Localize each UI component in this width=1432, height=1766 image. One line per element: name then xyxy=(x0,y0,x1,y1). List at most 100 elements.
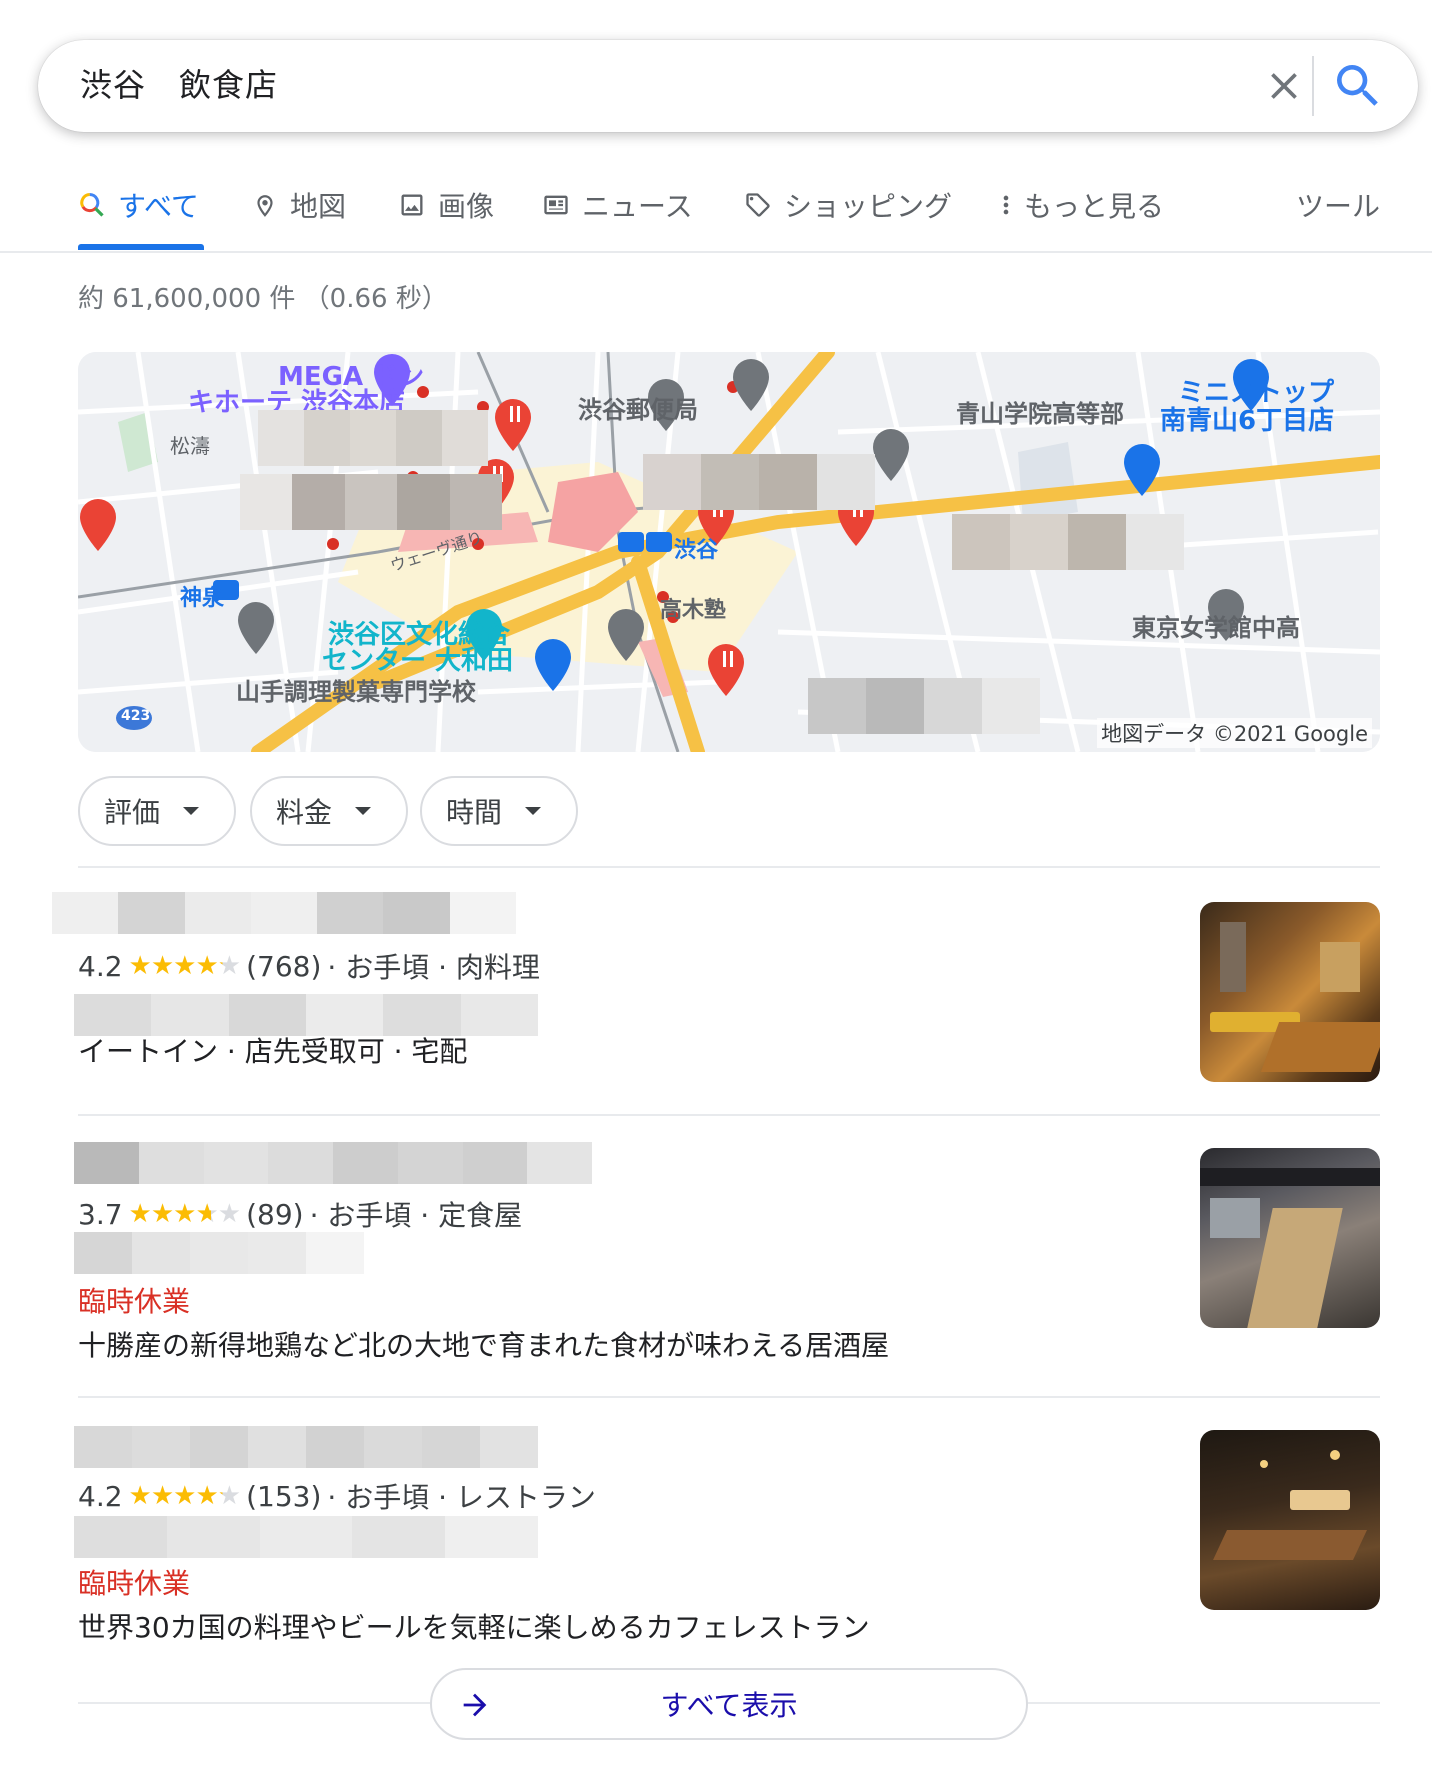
redacted-label xyxy=(808,678,1040,734)
search-box[interactable]: 渋谷 飲食店 xyxy=(38,40,1418,132)
result-meta: · お手頃 · 定食屋 xyxy=(309,1199,523,1232)
star-icon: ★ xyxy=(128,1199,152,1229)
search-divider xyxy=(1312,56,1314,116)
tab-label: ショッピング xyxy=(784,190,953,223)
review-count: (153) xyxy=(246,1479,322,1513)
tag-icon xyxy=(746,193,770,217)
filter-chip-price[interactable]: 料金 xyxy=(250,776,408,846)
result-description: 十勝産の新得地鶏など北の大地で育まれた食材が味わえる居酒屋 xyxy=(78,1329,890,1362)
map-label: 渋谷 xyxy=(674,538,719,563)
result-meta: · お手頃 · 肉料理 xyxy=(327,951,540,984)
star-icon: ★ xyxy=(217,1199,241,1229)
result-thumbnail[interactable] xyxy=(1200,1148,1380,1328)
rating-row: 4.2 ★ ★ ★ ★ ★ (153) · お手頃 · レストラン xyxy=(78,1476,596,1516)
local-result[interactable]: 4.2 ★ ★ ★ ★ ★ (153) · お手頃 · レストラン 臨時休業 世界30カ… xyxy=(0,1410,1432,1662)
map-label: 東京女学館中高 xyxy=(1132,614,1300,642)
result-description: 世界30カ国の料理やビールを気軽に楽しめるカフェレストラン xyxy=(78,1611,870,1644)
review-count: (768) xyxy=(246,949,322,983)
map-label: 南青山6丁目店 xyxy=(1160,406,1335,436)
tabs-divider xyxy=(0,251,1432,253)
map-label: 山手調理製菓専門学校 xyxy=(236,678,476,706)
star-icon: ★ xyxy=(150,1481,174,1511)
tab-maps[interactable]: 地図 xyxy=(252,185,346,235)
star-icon: ★ xyxy=(173,951,196,981)
tab-news[interactable]: ニュース xyxy=(542,185,693,235)
tools-label: ツール xyxy=(1296,190,1381,223)
star-icon: ★ xyxy=(195,1199,218,1229)
rating-value: 4.2 xyxy=(78,949,123,983)
map-label: 渋谷郵便局 xyxy=(578,396,698,424)
divider xyxy=(78,866,1380,868)
redacted-address xyxy=(74,1232,364,1274)
tab-all[interactable]: すべて xyxy=(78,185,199,235)
rating-row: 3.7 ★ ★ ★ ★ ★ (89) · お手頃 · 定食屋 xyxy=(78,1194,522,1234)
star-icon: ★ xyxy=(195,1481,218,1511)
star-rating: ★ ★ ★ ★ ★ xyxy=(128,1199,242,1229)
tab-images[interactable]: 画像 xyxy=(398,185,494,235)
star-icon: ★ xyxy=(173,1481,196,1511)
search-icon xyxy=(80,192,104,217)
close-icon[interactable] xyxy=(1262,64,1306,108)
search-icon[interactable] xyxy=(1330,58,1386,114)
local-result[interactable]: 3.7 ★ ★ ★ ★ ★ (89) · お手頃 · 定食屋 臨時休業 十勝産の新得地鶏… xyxy=(0,1128,1432,1400)
map-pin-icon xyxy=(257,195,273,217)
dropdown-arrow-icon xyxy=(525,807,542,815)
closed-status: 臨時休業 xyxy=(78,1567,191,1600)
redacted-title xyxy=(52,892,516,934)
chip-label: 料金 xyxy=(276,796,333,829)
result-description: イートイン · 店先受取可 · 宅配 xyxy=(78,1035,468,1068)
redacted-address xyxy=(74,1516,538,1558)
show-all-label: すべて表示 xyxy=(660,1689,798,1722)
arrow-forward-icon xyxy=(463,1693,487,1717)
map-label: 青山学院高等部 xyxy=(956,400,1124,428)
chip-label: 時間 xyxy=(446,796,503,829)
map-attribution: 地図データ ©2021 Google xyxy=(1097,718,1372,748)
redacted-label xyxy=(952,514,1184,570)
result-thumbnail[interactable] xyxy=(1200,1430,1380,1610)
redacted-title xyxy=(74,1142,592,1184)
map-label: 神泉 xyxy=(180,586,225,611)
more-vert-icon xyxy=(1003,195,1009,215)
result-stats: 約 61,600,000 件 （0.66 秒） xyxy=(78,284,448,314)
redacted-title xyxy=(74,1426,538,1468)
star-rating: ★ ★ ★ ★ ★ xyxy=(128,1481,242,1511)
map-label: 高木塾 xyxy=(660,598,727,623)
result-meta: · お手頃 · レストラン xyxy=(327,1481,596,1514)
star-icon: ★ xyxy=(128,1481,152,1511)
redacted-label xyxy=(258,410,488,466)
map-label: 松濤 xyxy=(170,434,210,458)
local-result[interactable]: 4.2 ★ ★ ★ ★ ★ (768) · お手頃 · 肉料理 イートイン · 店先受取… xyxy=(0,880,1432,1116)
filter-chip-rating[interactable]: 評価 xyxy=(78,776,236,846)
dropdown-arrow-icon xyxy=(355,807,372,815)
star-icon: ★ xyxy=(128,951,152,981)
news-icon xyxy=(544,195,568,215)
search-input[interactable]: 渋谷 飲食店 xyxy=(80,60,278,106)
tab-label: 画像 xyxy=(438,190,495,223)
closed-status: 臨時休業 xyxy=(78,1285,191,1318)
divider xyxy=(78,1396,1380,1398)
tab-label: ニュース xyxy=(582,190,693,223)
rating-value: 3.7 xyxy=(78,1197,123,1231)
rating-row: 4.2 ★ ★ ★ ★ ★ (768) · お手頃 · 肉料理 xyxy=(78,946,540,986)
dropdown-arrow-icon xyxy=(183,807,200,815)
filter-chip-hours[interactable]: 時間 xyxy=(420,776,578,846)
tab-shopping[interactable]: ショッピング xyxy=(744,185,952,235)
tab-label: すべて xyxy=(118,190,199,223)
chip-label: 評価 xyxy=(104,796,161,829)
map[interactable]: MEGA ドン キホーテ 渋谷本店 松濤 渋谷郵便局 青山学院高等部 ミニストッ… xyxy=(78,352,1380,752)
tools-button[interactable]: ツール xyxy=(1296,185,1380,235)
route-shield-label: 423 xyxy=(121,708,151,724)
star-rating: ★ ★ ★ ★ ★ xyxy=(128,951,242,981)
show-all-button[interactable]: すべて表示 xyxy=(430,1668,1028,1740)
star-icon: ★ xyxy=(150,1199,174,1229)
star-icon: ★ xyxy=(195,951,218,981)
result-thumbnail[interactable] xyxy=(1200,902,1380,1082)
star-icon: ★ xyxy=(173,1199,196,1229)
review-count: (89) xyxy=(246,1197,304,1231)
tab-label: 地図 xyxy=(290,190,347,223)
star-icon: ★ xyxy=(217,1481,241,1511)
redacted-label xyxy=(643,454,875,510)
tab-more[interactable]: もっと見る xyxy=(996,185,1164,235)
tab-label: もっと見る xyxy=(1024,190,1165,223)
redacted-label xyxy=(240,474,503,530)
